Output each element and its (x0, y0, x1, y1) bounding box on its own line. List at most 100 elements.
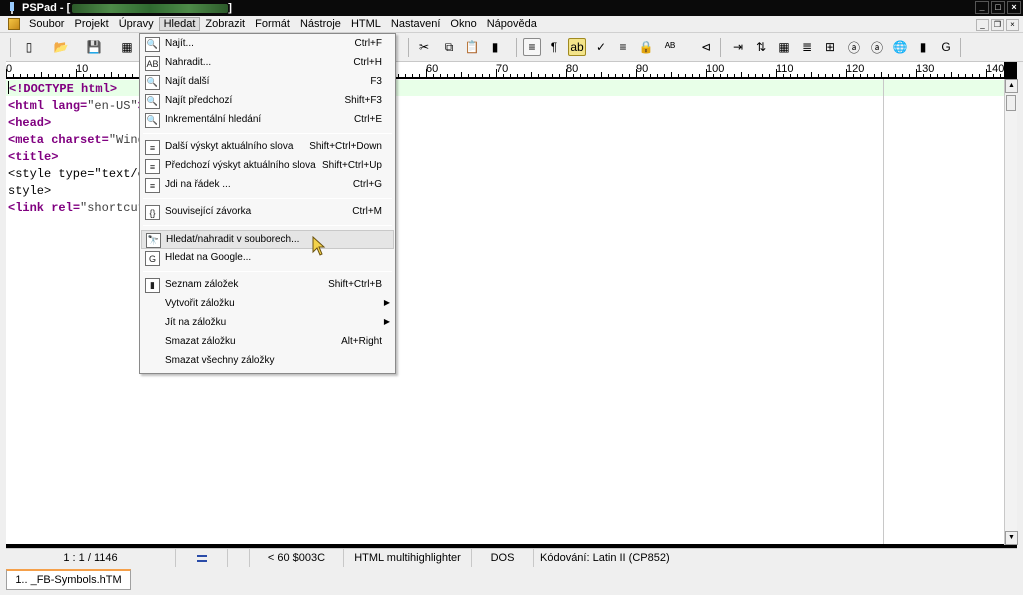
menu-item-vytvorit-zalozku[interactable]: Vytvořit záložku ▶ (141, 295, 394, 314)
outline-icon[interactable]: ≣ (798, 38, 816, 56)
menu-zobrazit[interactable]: Zobrazit (200, 17, 250, 31)
ruler-label: 10 (76, 63, 89, 75)
menu-hledat[interactable]: Hledat (158, 17, 201, 31)
decode-icon[interactable]: ⓐ (868, 38, 886, 56)
menu-nastroje[interactable]: Nástroje (295, 17, 346, 31)
menu-soubor[interactable]: Soubor (24, 17, 69, 31)
menu-item-hledat-na-google[interactable]: G Hledat na Google... (141, 249, 394, 268)
menu-item-shortcut: Alt+Right (341, 336, 382, 347)
code-text[interactable]: <!DOCTYPE html> <html lang="en-US"><head>… (8, 81, 145, 217)
menu-item-hledat-nahradit-v-souborech[interactable]: 🔭 Hledat/nahradit v souborech... (141, 230, 394, 249)
encoding[interactable]: Kódování: Latin II (CP852) (534, 549, 676, 568)
color-palette-icon[interactable]: ▦ (775, 38, 793, 56)
html-entity-icon-glyph: ⓐ (847, 40, 860, 55)
ruler-tick (580, 74, 581, 77)
doc-close-icon[interactable]: × (1006, 19, 1019, 31)
menu-projekt[interactable]: Projekt (69, 17, 113, 31)
pin-icon[interactable]: ⊲ (697, 38, 715, 56)
ruler-tick (510, 74, 511, 77)
scroll-thumb[interactable] (1006, 95, 1016, 111)
highlight-icon-glyph: ab (570, 40, 584, 54)
document-menu-icon[interactable] (8, 18, 20, 30)
menu-nastaveni[interactable]: Nastavení (386, 17, 446, 31)
save-icon[interactable]: 💾 (85, 38, 103, 56)
menu-item-dalsi-vyskyt-aktualniho-slova[interactable]: ≡ Další výskyt aktuálního slova Shift+Ctrl… (141, 138, 394, 157)
doc-restore-icon[interactable]: ❐ (991, 19, 1004, 31)
menu-item-souvisejici-zavorka[interactable]: {} Související závorka Ctrl+M (141, 203, 394, 222)
ascii-table-icon[interactable]: ⊞ (821, 38, 839, 56)
document-window-controls: _ ❐ × (976, 19, 1019, 31)
find-next-icon-glyph: 🔍 (146, 77, 159, 87)
open-folder-icon[interactable]: 📂 (52, 38, 70, 56)
save-all-icon[interactable]: ▦ (118, 38, 136, 56)
line-numbers-icon[interactable]: ≡ (523, 38, 541, 56)
indent-icon[interactable]: ⇥ (729, 38, 747, 56)
menu-item-najit-dalsi[interactable]: 🔍 Najít další F3 (141, 73, 394, 92)
close-icon[interactable]: × (1007, 1, 1021, 14)
copy-icon[interactable]: ⧉ (440, 38, 458, 56)
paste-icon[interactable]: 📋 (463, 38, 481, 56)
google-search-icon[interactable]: G (937, 38, 955, 56)
html-entity-icon[interactable]: ⓐ (845, 38, 863, 56)
vertical-scrollbar[interactable]: ▲ ▼ (1004, 79, 1018, 545)
menu-okno[interactable]: Okno (445, 17, 481, 31)
pilcrow-icon[interactable]: ¶ (545, 38, 563, 56)
ruler-tick (902, 74, 903, 77)
menu-item-label: Najít... (165, 38, 194, 49)
mouse-cursor-icon (312, 236, 326, 256)
menu-item-jit-na-zalozku[interactable]: Jít na záložku ▶ (141, 314, 394, 333)
ruler-tick (874, 74, 875, 77)
code-list-icon[interactable]: ≡ (614, 38, 632, 56)
text-wrap-icon[interactable] (176, 548, 228, 568)
highlight-icon[interactable]: ab (568, 38, 586, 56)
ruler-tick (20, 74, 21, 77)
menu-napoveda[interactable]: Nápověda (482, 17, 542, 31)
ruler-label: 120 (846, 63, 865, 75)
menu-item-najit-predchozi[interactable]: 🔍 Najít předchozí Shift+F3 (141, 92, 394, 111)
delete-icon[interactable]: ▮ (486, 38, 504, 56)
menu-item-smazat-zalozku[interactable]: Smazat záložku Alt+Right (141, 333, 394, 352)
spellcheck-icon[interactable]: ✓ (592, 38, 610, 56)
code-line: <title> (8, 149, 145, 166)
ruler-tick (69, 74, 70, 77)
lock-icon[interactable]: 🔒 (637, 38, 655, 56)
menu-item-smazat-vsechny-zalozky[interactable]: Smazat všechny záložky (141, 352, 394, 371)
menu-item-predchozi-vyskyt-aktualniho-slova[interactable]: ≡ Předchozí výskyt aktuálního slova Shift+… (141, 157, 394, 176)
toolbar-separator (10, 38, 11, 57)
code-line: style> (8, 183, 145, 200)
minimize-icon[interactable]: _ (975, 1, 989, 14)
matching-brace-icon: {} (145, 205, 160, 220)
preview-icon[interactable]: ▮ (914, 38, 932, 56)
sort-icon[interactable]: ⇅ (752, 38, 770, 56)
menu-item-seznam-zalozek[interactable]: ▮ Seznam záložek Shift+Ctrl+B (141, 276, 394, 295)
scroll-up-icon[interactable]: ▲ (1005, 79, 1018, 93)
menu-item-nahradit[interactable]: AB Nahradit... Ctrl+H (141, 54, 394, 73)
cut-icon-glyph: ✂ (418, 40, 430, 54)
menu-format[interactable]: Formát (250, 17, 295, 31)
ruler-label: 0 (6, 63, 13, 75)
code-token: <meta (8, 133, 52, 147)
abc-icon[interactable]: ᴬᴮ (661, 38, 679, 56)
ruler-tick (881, 72, 882, 77)
menu-item-shortcut: Shift+Ctrl+B (328, 279, 382, 290)
ruler-tick (657, 74, 658, 77)
menu-item-najit[interactable]: 🔍 Najít... Ctrl+F (141, 35, 394, 54)
new-file-icon[interactable]: ▯ (20, 38, 38, 56)
highlighter-name[interactable]: HTML multihighlighter (344, 548, 472, 568)
ruler-tick (769, 74, 770, 77)
menu-upravy[interactable]: Úpravy (114, 17, 159, 31)
ruler-tick (97, 74, 98, 77)
doc-minimize-icon[interactable]: _ (976, 19, 989, 31)
document-tab[interactable]: 1.. _FB-Symbols.hTM (6, 569, 131, 590)
scroll-down-icon[interactable]: ▼ (1005, 531, 1018, 545)
menu-item-jdi-na-radek[interactable]: ≡ Jdi na řádek ... Ctrl+G (141, 176, 394, 195)
menu-html[interactable]: HTML (346, 17, 386, 31)
maximize-icon[interactable]: □ (991, 1, 1005, 14)
line-ending[interactable]: DOS (472, 548, 534, 568)
ruler-tick (958, 74, 959, 77)
cut-icon[interactable]: ✂ (415, 38, 433, 56)
menu-item-inkrementalni-hledani[interactable]: 🔍 Inkrementální hledání Ctrl+E (141, 111, 394, 130)
globe-icon[interactable]: 🌐 (891, 38, 909, 56)
window-title: PSPad - [ (22, 2, 71, 14)
find-next-icon: 🔍 (145, 75, 160, 90)
